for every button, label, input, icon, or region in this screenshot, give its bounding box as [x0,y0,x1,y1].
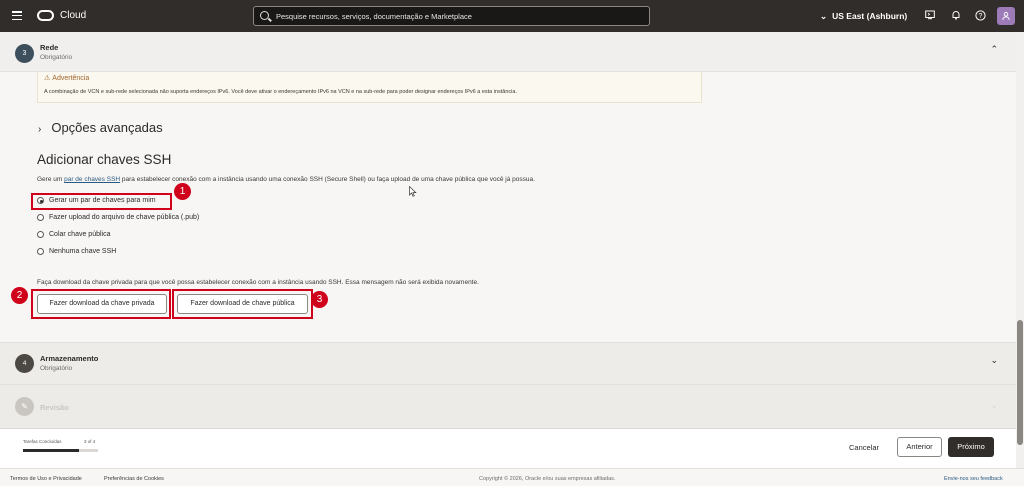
oracle-logo-icon[interactable] [37,10,54,21]
ssh-description: Gere um par de chaves SSH para estabelec… [37,176,535,183]
highlight-box-2 [31,289,171,319]
step-armazenamento-header[interactable]: 4 Armazenamento Obrigatório ⌄ [0,342,1016,384]
radio-paste-public-key[interactable]: Colar chave pública [37,231,110,238]
chevron-down-icon[interactable]: ⌄ [990,355,998,366]
previous-button[interactable]: Anterior [897,437,942,457]
progress-bar [23,449,98,452]
step-revisao-header: ✎ Revisão ⌄ [0,384,1016,428]
advanced-options-toggle[interactable]: › Opções avançadas [38,120,163,135]
step-title: Armazenamento [40,354,99,363]
help-icon[interactable]: ? [974,10,986,22]
step-subtitle: Obrigatório [40,365,73,372]
chevron-right-icon: › [38,124,42,135]
radio-label: Nenhuma chave SSH [49,248,117,255]
search-placeholder: Pesquise recursos, serviços, documentaçã… [276,12,472,21]
radio-label: Fazer upload do arquivo de chave pública… [49,214,200,221]
highlight-box-1 [31,193,172,210]
terms-link[interactable]: Termos de Uso e Privacidade [10,476,82,482]
top-bar: Cloud Pesquise recursos, serviços, docum… [0,0,1024,32]
region-selector[interactable]: ⌄ US East (Ashburn) [820,11,907,22]
radio-label: Colar chave pública [49,231,111,238]
warning-title: ⚠ Advertência [44,74,89,82]
progress-bar-fill [23,449,80,452]
warning-icon: ⚠ [44,75,51,82]
radio-no-ssh-key[interactable]: Nenhuma chave SSH [37,248,116,255]
warning-title-text: Advertência [52,75,90,82]
cancel-button[interactable]: Cancelar [849,443,879,452]
copyright-text: Copyright © 2026, Oracle e/ou suas empre… [479,476,616,482]
cloud-shell-icon[interactable] [924,10,936,22]
tasks-completed-label: Tarefas Concluídas [23,439,62,444]
radio-button[interactable] [37,248,44,255]
annotation-badge-2: 2 [11,287,28,304]
chevron-down-icon: ⌄ [990,400,998,410]
advanced-options-label: Opções avançadas [51,120,163,135]
warning-text: A combinação de VCN e sub-rede seleciona… [44,89,517,95]
next-button[interactable]: Próximo [948,437,994,457]
annotation-badge-1: 1 [174,183,191,200]
radio-button[interactable] [37,214,44,221]
step-title: Rede [40,43,59,52]
radio-upload-public-key[interactable]: Fazer upload do arquivo de chave pública… [37,214,199,221]
scrollbar-thumb[interactable] [1017,320,1023,445]
step-subtitle: Obrigatório [40,54,73,61]
region-label: US East (Ashburn) [832,11,908,21]
ssh-keys-link[interactable]: par de chaves SSH [64,176,120,183]
step-number: 3 [15,44,34,63]
menu-icon[interactable] [12,11,22,21]
svg-text:?: ? [978,13,982,20]
step-rede-header[interactable]: 3 Rede Obrigatório ⌃ [0,32,1016,72]
bell-icon[interactable] [950,10,962,22]
footer: Termos de Uso e Privacidade Preferências… [0,468,1024,486]
chevron-up-icon[interactable]: ⌃ [990,44,998,55]
cookie-preferences-link[interactable]: Preferências de Cookies [104,476,164,482]
brand-label[interactable]: Cloud [60,10,86,21]
radio-button[interactable] [37,231,44,238]
mouse-cursor-icon [409,185,417,199]
ssh-desc-after: para estabelecer conexão com a instância… [120,176,535,183]
user-avatar-icon[interactable] [997,7,1015,25]
search-icon [260,11,269,20]
search-input[interactable]: Pesquise recursos, serviços, documentaçã… [253,6,650,26]
step-number: 4 [15,354,34,373]
warning-box: ⚠ Advertência A combinação de VCN e sub-r… [37,72,702,103]
pencil-icon: ✎ [15,397,34,416]
highlight-box-3 [172,289,313,319]
ssh-section-title: Adicionar chaves SSH [37,152,172,167]
chevron-down-icon: ⌄ [820,11,828,21]
wizard-action-bar: Tarefas Concluídas 3 of 4 Cancelar Anter… [0,428,1016,468]
feedback-link[interactable]: Envie-nos seu feedback [944,476,1003,482]
tasks-completed-count: 3 of 4 [84,439,96,444]
step-title: Revisão [40,403,69,412]
ssh-desc-before: Gere um [37,176,65,183]
annotation-badge-3: 3 [311,291,328,308]
download-note: Faça download da chave privada para que … [37,279,479,286]
